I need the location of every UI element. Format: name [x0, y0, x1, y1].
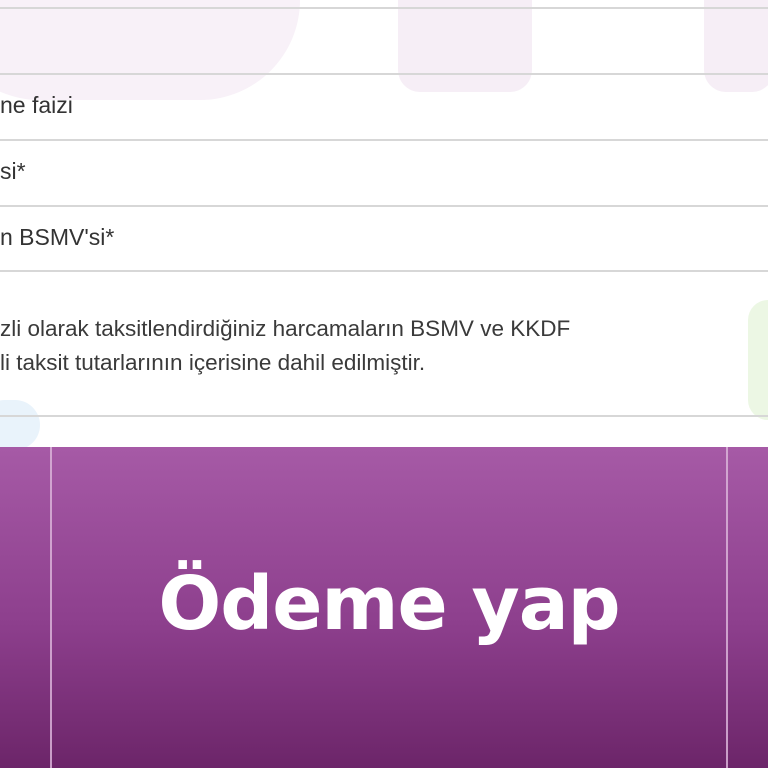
table-row-label: ne faizi	[0, 92, 73, 118]
page: ne faizi si* n BSMV'si* zli olarak taksi…	[0, 0, 768, 768]
pay-button-label: Ödeme yap	[158, 560, 620, 647]
watermark-shape	[398, 0, 532, 92]
table-divider	[0, 7, 768, 9]
table-divider	[0, 139, 768, 141]
note-line: zli olarak taksitlendirdiğiniz harcamala…	[0, 316, 571, 341]
table-divider	[0, 415, 768, 417]
watermark-shape	[704, 0, 768, 92]
table-divider	[0, 73, 768, 75]
table-divider	[0, 205, 768, 207]
tax-info-note: zli olarak taksitlendirdiğiniz harcamala…	[0, 312, 768, 380]
watermark-shape	[0, 400, 40, 450]
pay-button[interactable]: Ödeme yap	[52, 447, 726, 768]
footer-divider	[726, 447, 728, 768]
table-row-label: si*	[0, 158, 26, 184]
footer-action-bar: Ödeme yap	[0, 447, 768, 768]
table-row-label: n BSMV'si*	[0, 224, 115, 250]
note-line: li taksit tutarlarının içerisine dahil e…	[0, 350, 426, 375]
watermark-shape	[0, 0, 300, 100]
table-divider	[0, 270, 768, 272]
